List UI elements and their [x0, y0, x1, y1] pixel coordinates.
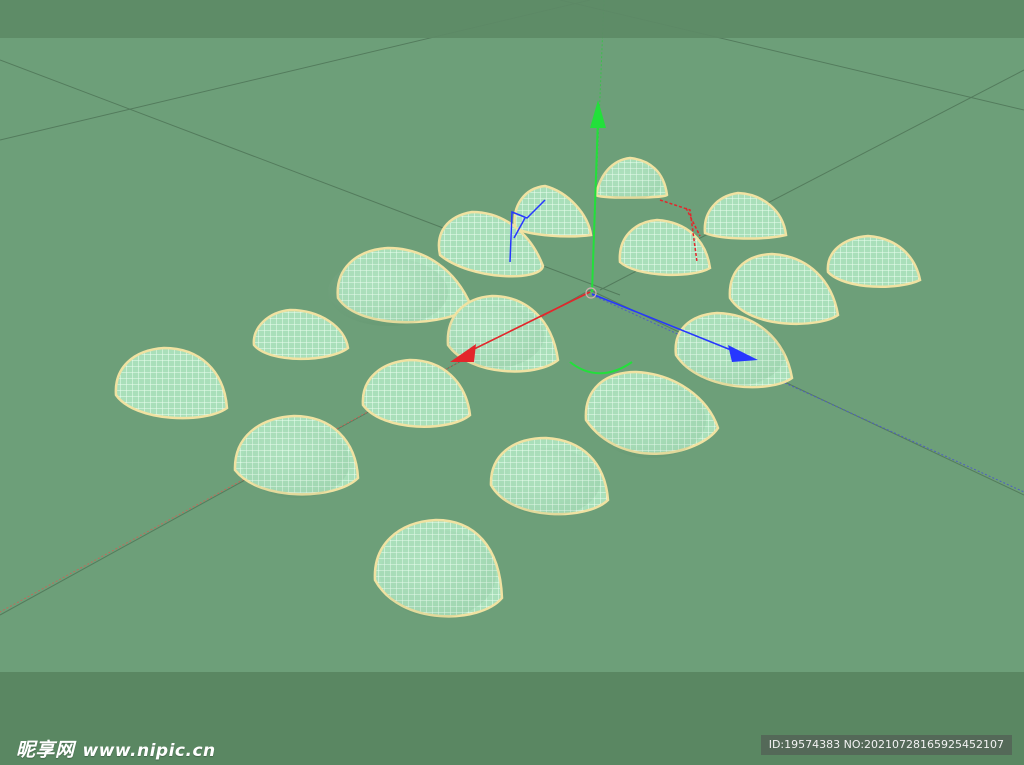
watermark-brand: 昵享网 — [16, 739, 75, 761]
viewport-top-band — [0, 0, 1024, 38]
image-id-badge: ID:19574383 NO:20210728165925452107 — [760, 735, 1012, 755]
viewport-scene[interactable] — [0, 0, 1024, 765]
watermark-url: www.nipic.cn — [82, 741, 216, 761]
3d-viewport[interactable]: 昵享网 www.nipic.cn ID:19574383 NO:202107281… — [0, 0, 1024, 765]
site-watermark: 昵享网 www.nipic.cn — [16, 735, 216, 762]
